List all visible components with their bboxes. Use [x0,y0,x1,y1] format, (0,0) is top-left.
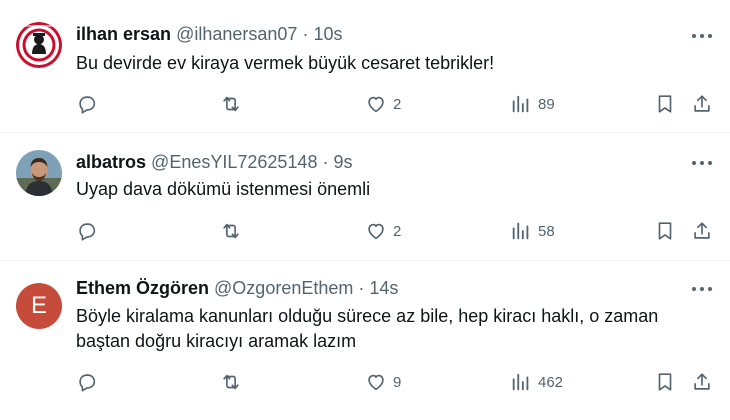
view-count: 462 [538,373,564,391]
tweet-text-line: Böyle kiralama kanunları olduğu sürece a… [76,306,659,326]
more-icon[interactable] [690,279,714,299]
tweet-header: ilhan ersan @ilhanersan07 · 10s [76,22,670,46]
tweet[interactable]: E Ethem Özgören @OzgorenEthem · 14s Böyl… [0,261,730,420]
tweet-text: Bu devirde ev kiraya vermek büyük cesare… [76,51,706,76]
reply-icon [79,96,96,114]
bookmark-icon [658,95,672,113]
more-icon[interactable] [690,26,714,46]
like-count: 2 [393,95,402,113]
timestamp[interactable]: 10s [313,24,342,44]
tweet-text: Böyle kiralama kanunları olduğu sürece a… [76,304,706,354]
like-button[interactable]: 9 [365,370,401,394]
avatar[interactable]: E [16,283,62,329]
retweet-icon [223,96,239,112]
views-button[interactable]: 89 [510,92,555,116]
reply-icon [79,374,96,392]
heart-icon [368,374,384,391]
views-icon [512,373,529,391]
tweet-text-line: baştan doğru kiracıyı aramak lazım [76,331,357,351]
share-icon [694,95,710,112]
username[interactable]: @EnesYIL72625148 [151,152,317,172]
timestamp[interactable]: 9s [333,152,352,172]
bookmark-icon [658,373,672,391]
display-name[interactable]: Ethem Özgören [76,278,209,298]
retweet-button[interactable] [220,92,242,116]
share-button[interactable] [691,219,713,243]
bookmark-button[interactable] [654,370,676,394]
heart-icon [368,223,384,240]
username[interactable]: @ilhanersan07 [176,24,297,44]
tweet-text-line: Uyap dava dökümü istenmesi önemli [76,179,371,199]
avatar[interactable] [16,150,62,196]
like-count: 2 [393,222,402,240]
view-count: 58 [538,222,555,240]
share-icon [694,222,710,239]
tweet[interactable]: albatros @EnesYIL72625148 · 9s Uyap dava… [0,133,730,261]
views-button[interactable]: 58 [510,219,555,243]
views-button[interactable]: 462 [510,370,563,394]
tweet-text-line: Bu devirde ev kiraya vermek büyük cesare… [76,53,495,73]
more-icon[interactable] [690,153,714,173]
views-icon [512,222,529,240]
timestamp[interactable]: 14s [369,278,398,298]
tweet-actions: 2 58 [76,219,718,243]
emblem-avatar-image [16,22,62,68]
bookmark-icon [658,222,672,240]
share-button[interactable] [691,370,713,394]
reply-button[interactable] [76,370,98,394]
username[interactable]: @OzgorenEthem [214,278,353,298]
heart-icon [368,96,384,113]
tweet-header: albatros @EnesYIL72625148 · 9s [76,150,670,174]
tweet[interactable]: ilhan ersan @ilhanersan07 · 10s Bu devir… [0,0,730,133]
display-name[interactable]: ilhan ersan [76,24,171,44]
avatar-letter: E [30,292,47,319]
like-button[interactable]: 2 [365,219,401,243]
user-photo-avatar-image [16,150,62,196]
separator-dot: · [358,278,365,298]
share-button[interactable] [691,92,713,116]
reply-button[interactable] [76,92,98,116]
bookmark-button[interactable] [654,92,676,116]
views-icon [512,95,529,113]
retweet-button[interactable] [220,370,242,394]
like-button[interactable]: 2 [365,92,401,116]
tweet-actions: 9 462 [76,370,718,394]
retweet-icon [223,223,239,239]
view-count: 89 [538,95,555,113]
retweet-button[interactable] [220,219,242,243]
tweet-text: Uyap dava dökümü istenmesi önemli [76,177,706,202]
tweet-header: Ethem Özgören @OzgorenEthem · 14s [76,276,670,300]
reply-button[interactable] [76,219,98,243]
avatar[interactable] [16,22,62,68]
share-icon [694,373,710,390]
reply-icon [79,223,96,241]
bookmark-button[interactable] [654,219,676,243]
retweet-icon [223,374,239,390]
separator-dot: · [302,24,309,44]
display-name[interactable]: albatros [76,152,146,172]
tweet-actions: 2 89 [76,92,718,116]
like-count: 9 [393,373,402,391]
separator-dot: · [322,152,329,172]
